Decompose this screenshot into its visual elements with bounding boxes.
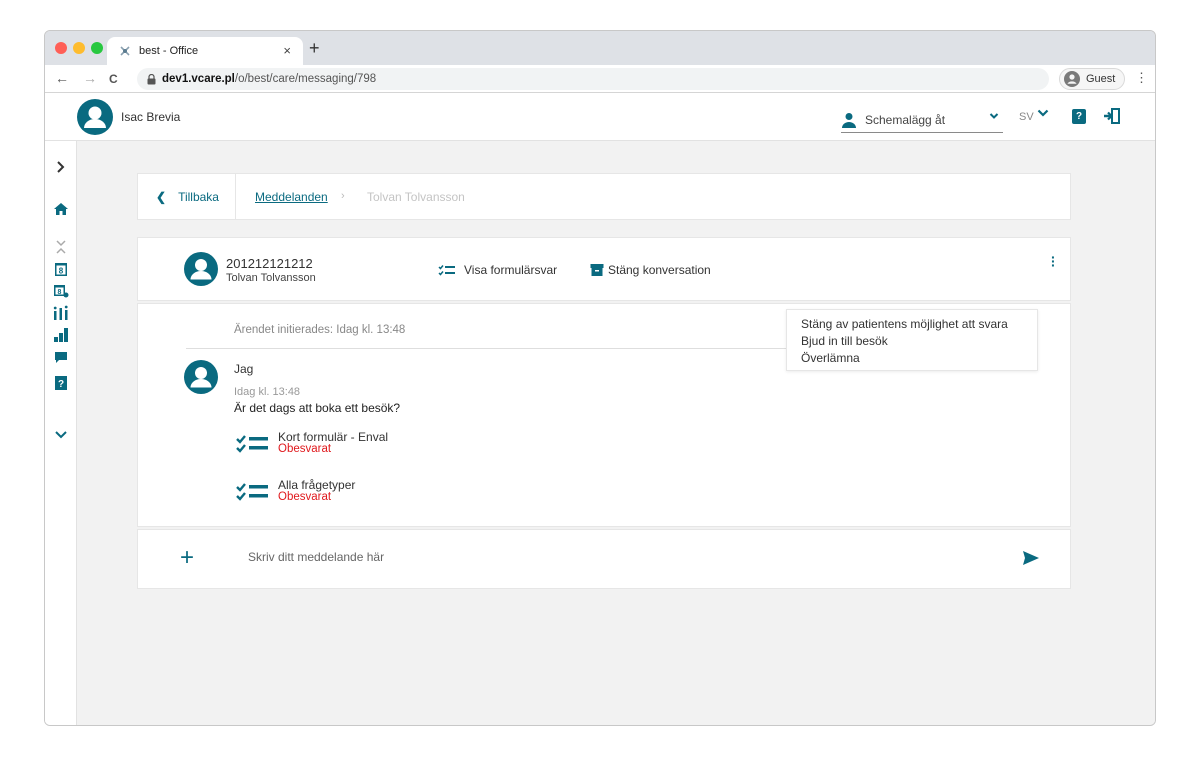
collapse-section-icon[interactable] [53, 239, 69, 255]
browser-tabbar: best - Office × + [45, 31, 1155, 65]
add-attachment-icon[interactable]: + [180, 546, 194, 570]
profile-label: Guest [1086, 73, 1116, 85]
breadcrumb-separator-icon: › [341, 190, 345, 202]
chevron-left-icon: ❮ [156, 189, 167, 204]
form-title: Kort formulär - Enval [278, 430, 389, 444]
close-conversation-label: Stäng konversation [608, 263, 711, 277]
svg-text:8: 8 [59, 267, 64, 276]
expand-more-chevron-icon[interactable] [53, 427, 69, 443]
url-input[interactable]: dev1.vcare.pl/o/best/care/messaging/798 [137, 68, 1049, 90]
message-input[interactable] [248, 546, 948, 568]
checklist-icon [438, 265, 455, 276]
tab-close-icon[interactable]: × [283, 43, 291, 58]
lock-icon [147, 73, 156, 84]
language-select[interactable]: SV [1019, 111, 1034, 123]
form-attachment[interactable]: Kort formulär - Enval Obesvarat [236, 430, 436, 460]
conversation-options-menu: Stäng av patientens möjlighet att svara … [786, 309, 1038, 371]
person-icon [842, 112, 856, 128]
maximize-window-button[interactable] [91, 42, 103, 54]
svg-text:?: ? [58, 379, 64, 390]
back-label: Tillbaka [178, 189, 219, 204]
help-nav-icon[interactable]: ? [53, 375, 69, 391]
close-window-button[interactable] [55, 42, 67, 54]
url-domain: dev1.vcare.pl [162, 73, 235, 85]
back-arrow-icon[interactable]: ← [55, 70, 69, 86]
home-icon[interactable] [53, 201, 69, 217]
chevron-down-icon [989, 113, 999, 119]
left-nav: 8 8 ? [45, 141, 77, 725]
form-checklist-icon [236, 483, 268, 501]
initiated-text: Ärendet initierades: Idag kl. 13:48 [234, 324, 406, 336]
profile-avatar-icon [1064, 71, 1080, 87]
profile-button[interactable]: Guest [1059, 68, 1125, 90]
breadcrumb-messages-link[interactable]: Meddelanden [255, 190, 328, 204]
view-forms-label: Visa formulärsvar [464, 263, 558, 277]
patient-id: 201212121212 [226, 256, 313, 271]
messages-icon[interactable] [53, 349, 69, 365]
menu-item-disable-reply[interactable]: Stäng av patientens möjlighet att svara [801, 316, 1037, 333]
user-name: Isac Brevia [121, 110, 181, 124]
svg-text:8: 8 [58, 289, 62, 296]
bar-chart-icon[interactable] [53, 327, 69, 343]
breadcrumb: ❮ Tillbaka Meddelanden › Tolvan Tolvanss… [137, 173, 1071, 220]
url-path: /o/best/care/messaging/798 [234, 73, 377, 85]
conversation-header: 201212121212 Tolvan Tolvansson Visa form… [137, 237, 1071, 301]
new-tab-button[interactable]: + [309, 38, 320, 59]
calendar-user-icon[interactable]: 8 [53, 283, 69, 299]
form-attachment[interactable]: Alla frågetyper Obesvarat [236, 478, 436, 508]
menu-item-hand-over[interactable]: Överlämna [801, 350, 1037, 367]
browser-menu-icon[interactable]: ⋮ [1135, 70, 1148, 86]
browser-tab[interactable]: best - Office × [107, 37, 303, 65]
view-forms-button[interactable]: Visa formulärsvar [438, 263, 557, 277]
patient-name: Tolvan Tolvansson [226, 272, 316, 284]
expand-nav-chevron-icon[interactable] [53, 159, 69, 175]
form-title: Alla frågetyper [278, 478, 356, 492]
calendar-icon[interactable]: 8 [53, 261, 69, 277]
help-icon[interactable]: ? [1072, 109, 1086, 124]
reload-icon[interactable]: C [109, 72, 118, 86]
minimize-window-button[interactable] [73, 42, 85, 54]
close-conversation-button[interactable]: Stäng konversation [590, 263, 711, 277]
message-time: Idag kl. 13:48 [234, 386, 301, 398]
app-area: Isac Brevia Schemalägg åt SV ? 8 8 ? ❮ T… [45, 93, 1155, 725]
form-status: Obesvarat [278, 491, 332, 503]
forward-arrow-icon[interactable]: → [83, 70, 97, 86]
more-options-icon[interactable]: · · · [1051, 250, 1056, 272]
message-text: Är det dags att boka ett besök? [234, 401, 401, 415]
logout-icon[interactable] [1103, 107, 1121, 125]
language-chevron-down-icon[interactable] [1037, 107, 1049, 119]
form-status: Obesvarat [278, 443, 332, 455]
archive-icon [590, 264, 604, 276]
schedule-for-select[interactable]: Schemalägg åt [841, 107, 1003, 133]
user-avatar-icon[interactable] [77, 99, 113, 135]
favicon-icon [120, 46, 130, 56]
breadcrumb-current: Tolvan Tolvansson [367, 190, 465, 204]
message-sender: Jag [234, 362, 254, 376]
back-button[interactable]: ❮ Tillbaka [138, 174, 236, 219]
address-bar: ← → C dev1.vcare.pl/o/best/care/messagin… [45, 65, 1155, 93]
message-composer: + [137, 529, 1071, 589]
menu-item-invite-visit[interactable]: Bjud in till besök [801, 333, 1037, 350]
patient-avatar-icon [184, 252, 218, 286]
tab-title: best - Office [139, 45, 199, 57]
schedule-label: Schemalägg åt [865, 112, 946, 127]
form-checklist-icon [236, 435, 268, 453]
browser-window: best - Office × + ← → C dev1.vcare.pl/o/… [44, 30, 1156, 726]
send-icon[interactable] [1022, 550, 1040, 566]
app-header: Isac Brevia Schemalägg åt SV ? [45, 93, 1155, 141]
sender-avatar-icon [184, 360, 218, 394]
statistics-icon[interactable] [53, 305, 69, 321]
